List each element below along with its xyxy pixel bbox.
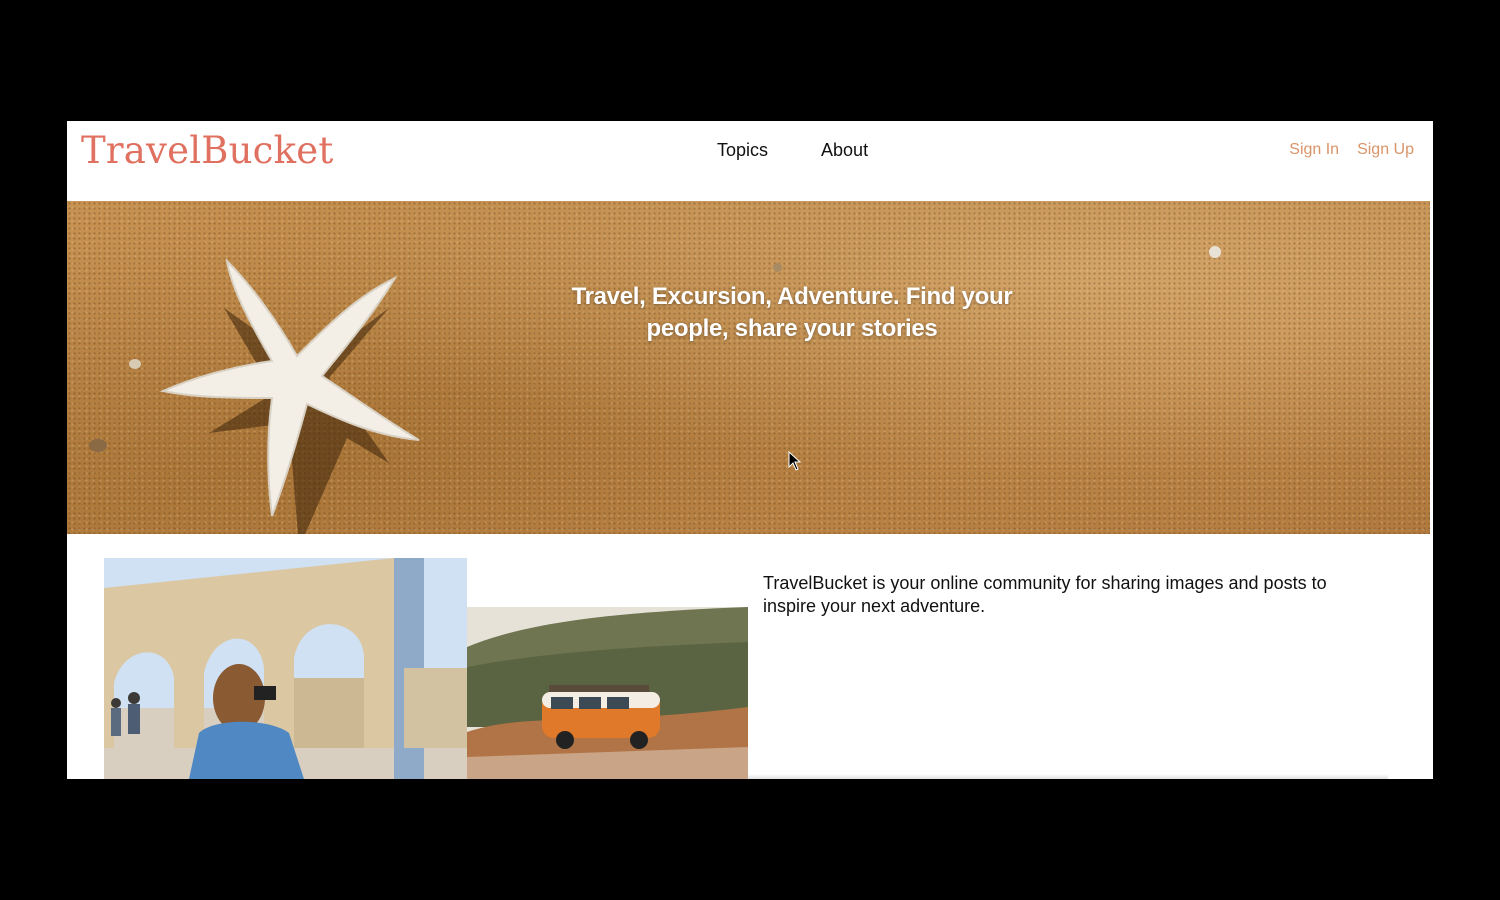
arches-illustration <box>104 558 467 779</box>
top-navbar: TravelBucket Topics About Sign In Sign U… <box>67 121 1433 201</box>
auth-nav: Sign In Sign Up <box>1289 140 1414 160</box>
travel-photo-arches <box>104 558 467 779</box>
primary-nav: Topics About <box>717 138 868 162</box>
sign-in-link[interactable]: Sign In <box>1289 140 1339 160</box>
nav-link-about[interactable]: About <box>821 138 868 162</box>
nav-link-topics[interactable]: Topics <box>717 138 768 162</box>
hero-banner: Travel, Excursion, Adventure. Find your … <box>67 201 1430 534</box>
starfish-image <box>159 258 420 534</box>
pebble-shape <box>129 359 141 369</box>
sign-up-link[interactable]: Sign Up <box>1357 140 1414 160</box>
travel-photo-van <box>467 607 748 779</box>
pebble-shape <box>89 439 107 452</box>
card-edge-divider <box>748 774 1388 779</box>
pebble-shape <box>773 263 782 272</box>
brand-logo-link[interactable]: TravelBucket <box>81 127 333 175</box>
pebble-shape <box>1209 246 1221 258</box>
arrow-cursor-icon <box>788 451 802 471</box>
hero-headline: Travel, Excursion, Adventure. Find your … <box>571 283 1013 342</box>
intro-paragraph: TravelBucket is your online community fo… <box>763 573 1327 616</box>
van-illustration <box>467 607 748 779</box>
browser-viewport: TravelBucket Topics About Sign In Sign U… <box>67 121 1433 779</box>
